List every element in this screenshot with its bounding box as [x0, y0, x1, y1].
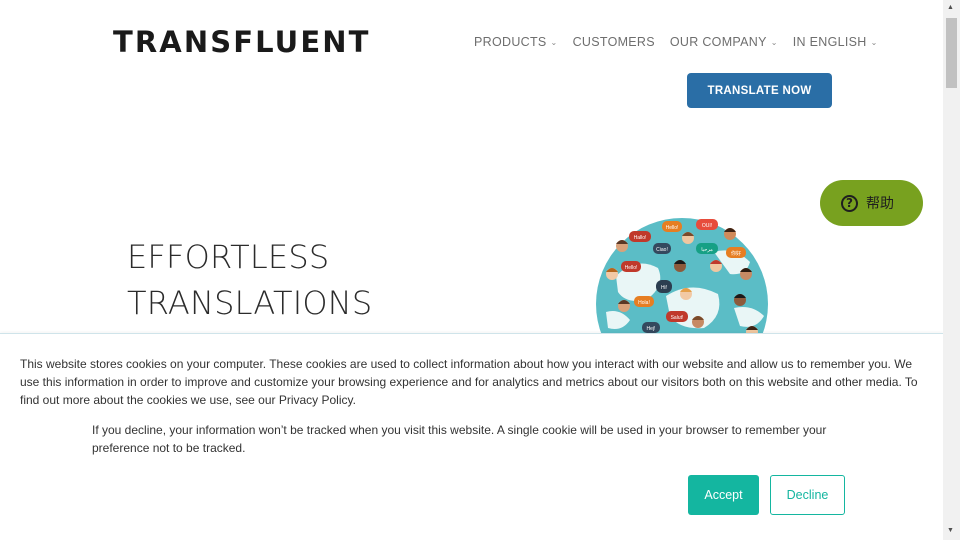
nav-label: PRODUCTS — [474, 35, 547, 49]
scroll-up-arrow-icon[interactable]: ▲ — [947, 4, 954, 11]
chevron-down-icon: ⌄ — [770, 37, 778, 47]
cookie-decline-info-text: If you decline, your information won’t b… — [92, 423, 827, 455]
nav-item-our-company[interactable]: OUR COMPANY ⌄ — [670, 35, 778, 49]
translate-now-button[interactable]: TRANSLATE NOW — [687, 73, 832, 108]
cookie-banner: This website stores cookies on your comp… — [0, 333, 943, 540]
bubble-text: 你好 — [731, 250, 741, 257]
bubble-text: Hallo! — [634, 235, 647, 241]
bubble-text: مرحبا — [701, 247, 713, 253]
help-widget-button[interactable]: ? 帮助 — [820, 180, 923, 226]
nav-item-products[interactable]: PRODUCTS ⌄ — [474, 35, 558, 49]
nav-label: IN ENGLISH — [792, 35, 867, 49]
bubble-text: Ciao! — [656, 247, 668, 253]
bubble-text: Hi! — [661, 285, 667, 291]
logo[interactable]: TRANSFLUENT — [113, 25, 370, 59]
hero-title-line2: TRANSLATIONS — [127, 284, 373, 322]
nav-item-customers[interactable]: CUSTOMERS — [573, 35, 655, 49]
nav-item-language[interactable]: IN ENGLISH ⌄ — [793, 35, 878, 49]
hero-title-line1: EFFORTLESS — [127, 238, 330, 276]
cookie-notice-text: This website stores cookies on your comp… — [20, 357, 918, 407]
nav-label: OUR COMPANY — [669, 35, 767, 49]
bubble-text: Hello! — [666, 225, 679, 231]
hero-title: EFFORTLESS TRANSLATIONS — [127, 234, 372, 326]
main-nav: PRODUCTS ⌄ CUSTOMERS OUR COMPANY ⌄ IN ENGL… — [474, 35, 878, 49]
bubble-text: Hello! — [625, 265, 638, 271]
globe-illustration: Hello! Hallo! OUI! Ciao! مرحبا 你好 Hello!… — [596, 218, 768, 338]
chevron-down-icon: ⌄ — [550, 37, 558, 47]
accept-cookies-button[interactable]: Accept — [688, 475, 759, 515]
scrollbar-thumb[interactable] — [946, 18, 957, 88]
chevron-down-icon: ⌄ — [870, 37, 878, 47]
scroll-down-arrow-icon[interactable]: ▼ — [947, 527, 954, 534]
decline-cookies-button[interactable]: Decline — [770, 475, 845, 515]
bubble-text: OUI! — [702, 223, 712, 229]
help-label: 帮助 — [866, 196, 894, 212]
bubble-text: Hola! — [638, 300, 650, 306]
page-scrollbar[interactable]: ▲ ▼ — [943, 0, 960, 540]
bubble-text: Salut! — [671, 315, 684, 321]
question-circle-icon: ? — [841, 194, 858, 212]
page: TRANSFLUENT PRODUCTS ⌄ CUSTOMERS OUR COMP… — [0, 0, 943, 540]
bubble-text: Hej! — [647, 326, 656, 332]
nav-label: CUSTOMERS — [572, 35, 655, 49]
